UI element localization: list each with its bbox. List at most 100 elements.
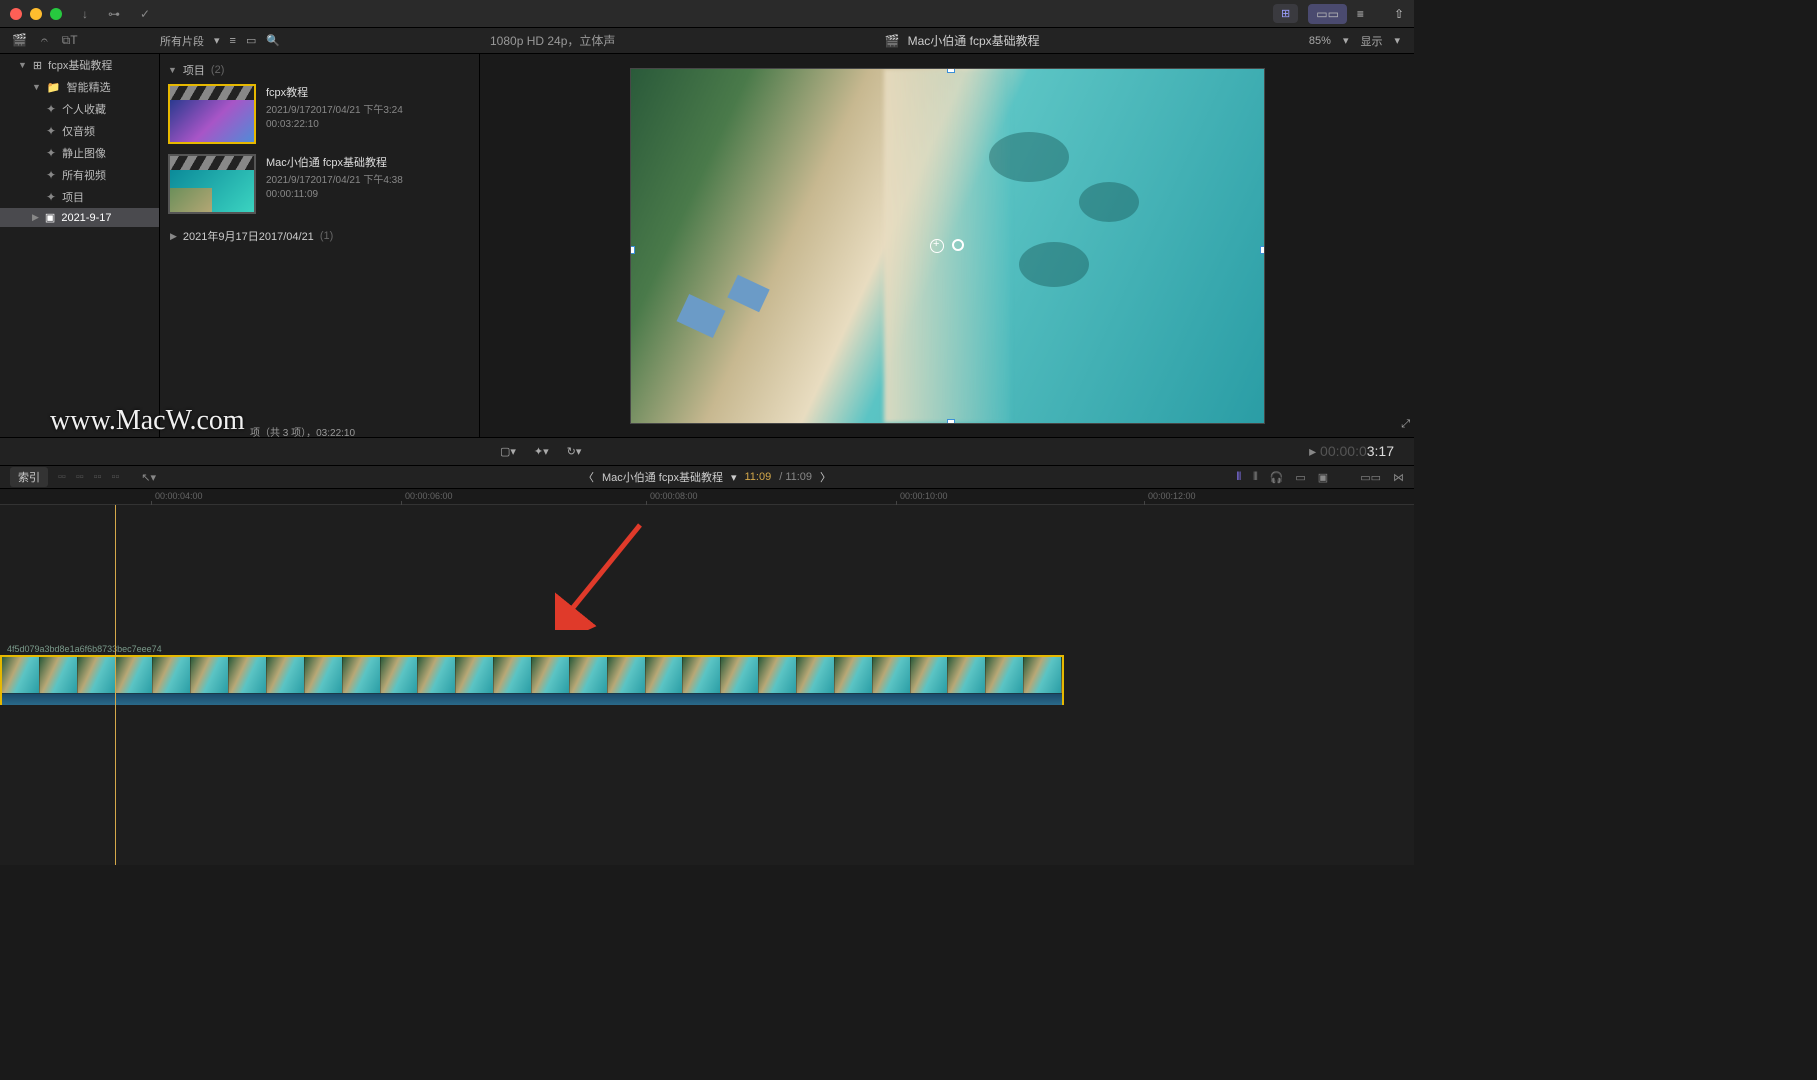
media-library-icon[interactable]: 🎬 (12, 33, 27, 48)
fullscreen-icon[interactable]: ⤢ (1401, 418, 1410, 431)
event-icon: ▣ (45, 211, 55, 224)
effects-browser-icon[interactable]: ▭▭ (1360, 471, 1381, 484)
overwrite-tool-icon[interactable]: ▫▫ (94, 471, 102, 484)
rotate-icon[interactable] (952, 239, 964, 251)
chevron-down-icon[interactable]: ▾ (731, 471, 737, 484)
library-name: fcpx基础教程 (48, 57, 112, 73)
share-icon[interactable]: ⇧ (1394, 7, 1404, 21)
disclosure-triangle-icon[interactable]: ▼ (168, 65, 177, 75)
clip-thumbnail[interactable] (168, 84, 256, 144)
enhance-tool-icon[interactable]: ✦▾ (534, 445, 549, 458)
transitions-browser-icon[interactable]: ⋈ (1393, 471, 1404, 484)
chevron-down-icon[interactable]: ▾ (1394, 34, 1400, 47)
maximize-window-button[interactable] (50, 8, 62, 20)
smart-collection-row[interactable]: ▼ 📁 智能精选 (0, 76, 159, 98)
nav-prev-icon[interactable]: 〈 (583, 469, 594, 485)
layout-grid-button[interactable]: ⊞ (1273, 4, 1298, 23)
timeline-current-time: 11:09 (745, 471, 772, 483)
sidebar-item-stills[interactable]: ✦静止图像 (0, 142, 159, 164)
insert-tool-icon[interactable]: ▫▫ (58, 471, 66, 484)
minimize-window-button[interactable] (30, 8, 42, 20)
viewer-canvas[interactable] (480, 54, 1414, 437)
timeline-area[interactable]: 4f5d079a3bd8e1a6f6b8733bec7eee74 (0, 505, 1414, 865)
disclosure-triangle-icon[interactable]: ▼ (18, 60, 27, 70)
layout-dual-button[interactable]: ▭▭ (1308, 4, 1347, 24)
clip-name: fcpx教程 (266, 84, 403, 100)
library-row[interactable]: ▼ ⊞ fcpx基础教程 (0, 54, 159, 76)
sidebar-item-video[interactable]: ✦所有视频 (0, 164, 159, 186)
titles-library-icon[interactable]: ⧉T (62, 33, 78, 48)
playhead[interactable] (115, 505, 116, 865)
clip-item[interactable]: Mac小伯通 fcpx基础教程 2021/9/172017/04/21 下午4:… (168, 154, 471, 214)
zoom-level[interactable]: 85% (1309, 35, 1331, 47)
inspector-toggle-icon[interactable]: ≡ (1357, 7, 1364, 21)
library-sidebar: ▼ ⊞ fcpx基础教程 ▼ 📁 智能精选 ✦个人收藏 ✦仅音频 ✦静止图像 ✦… (0, 54, 160, 437)
watermark-text: www.MacW.com (50, 405, 245, 437)
section-count: (2) (211, 64, 224, 76)
filmstrip-view-icon[interactable]: ≡ (230, 35, 236, 47)
list-view-icon[interactable]: ▭ (246, 34, 256, 47)
ruler-tick: 00:00:08:00 (650, 491, 698, 501)
timeline-clip[interactable]: 4f5d079a3bd8e1a6f6b8733bec7eee74 (0, 655, 1064, 705)
import-icon[interactable]: ↓ (82, 7, 88, 21)
sidebar-item-label: 仅音频 (62, 123, 95, 139)
search-icon[interactable]: 🔍 (266, 34, 280, 47)
gear-icon: ✦ (46, 168, 56, 182)
retime-tool-icon[interactable]: ↻▾ (567, 445, 582, 458)
index-button[interactable]: 索引 (10, 467, 48, 487)
timeline-header: 索引 ▫▫ ▫▫ ▫▫ ▫▫ ↖▾ 〈 Mac小伯通 fcpx基础教程 ▾ 11… (0, 465, 1414, 489)
sidebar-item-favorites[interactable]: ✦ 个人收藏 (0, 98, 159, 120)
viewer-timecode: ▸ 00:00:03:17 (1309, 443, 1394, 460)
sidebar-item-projects[interactable]: ✦项目 (0, 186, 159, 208)
connect-tool-icon[interactable]: ▫▫ (111, 471, 119, 484)
smart-collection-label: 智能精选 (67, 79, 111, 95)
dropdown-icon[interactable]: ▾ (214, 34, 220, 47)
disclosure-triangle-icon[interactable]: ▼ (32, 82, 41, 92)
render-icon[interactable]: ✓ (140, 7, 150, 21)
display-menu[interactable]: 显示 (1360, 33, 1382, 49)
library-icon: ⊞ (33, 59, 42, 72)
clip-item[interactable]: fcpx教程 2021/9/172017/04/21 下午3:24 00:03:… (168, 84, 471, 144)
ruler-tick: 00:00:04:00 (155, 491, 203, 501)
video-frame[interactable] (630, 68, 1265, 424)
snap-icon[interactable]: ▭ (1295, 471, 1305, 484)
anchor-icon[interactable] (930, 239, 944, 253)
clip-thumbnail[interactable] (168, 154, 256, 214)
skimming-icon[interactable]: ⫴ (1236, 471, 1241, 484)
event-row[interactable]: ▶ ▣ 2021-9-17 (0, 208, 159, 227)
transform-center-control[interactable] (930, 239, 964, 253)
folder-count: (1) (320, 230, 333, 242)
viewer-toolbar: ▢▾ ✦▾ ↻▾ ▸ 00:00:03:17 ⤢ (0, 437, 1414, 465)
arrow-tool-icon[interactable]: ↖▾ (141, 471, 156, 484)
disclosure-triangle-icon[interactable]: ▶ (32, 212, 39, 223)
viewer-project-title: Mac小伯通 fcpx基础教程 (908, 32, 1040, 49)
solo-icon[interactable]: 🎧 (1270, 471, 1284, 484)
append-tool-icon[interactable]: ▫▫ (76, 471, 84, 484)
clips-filter-label[interactable]: 所有片段 (160, 33, 204, 49)
close-window-button[interactable] (10, 8, 22, 20)
transform-tool-icon[interactable]: ▢▾ (500, 445, 516, 458)
format-label: 1080p HD 24p，立体声 (490, 32, 615, 49)
top-toolbar: 🎬 𝄐 ⧉T 所有片段 ▾ ≡ ▭ 🔍 1080p HD 24p，立体声 🎬 M… (0, 28, 1414, 54)
snapshot-icon[interactable]: ▣ (1318, 471, 1328, 484)
disclosure-triangle-icon[interactable]: ▶ (170, 231, 177, 242)
clip-date: 2021/9/172017/04/21 下午3:24 (266, 104, 403, 118)
viewer-panel (480, 54, 1414, 437)
ruler-tick: 00:00:10:00 (900, 491, 948, 501)
keyword-icon[interactable]: ⊶ (108, 7, 120, 21)
timeline-ruler[interactable]: 00:00:04:0000:00:06:0000:00:08:0000:00:1… (0, 489, 1414, 505)
sidebar-item-audio[interactable]: ✦仅音频 (0, 120, 159, 142)
nav-next-icon[interactable]: 〉 (820, 469, 831, 485)
audio-skim-icon[interactable]: ⫴ (1253, 471, 1258, 484)
folder-label: 2021年9月17日2017/04/21 (183, 228, 314, 244)
sidebar-item-label: 个人收藏 (62, 101, 106, 117)
effects-library-icon[interactable]: 𝄐 (41, 33, 48, 48)
clip-duration: 00:03:22:10 (266, 118, 403, 132)
browser-section-header[interactable]: ▼ 项目 (2) (168, 62, 471, 78)
clip-duration: 00:00:11:09 (266, 188, 403, 202)
window-controls (10, 8, 62, 20)
chevron-down-icon[interactable]: ▾ (1343, 34, 1349, 47)
date-folder-row[interactable]: ▶ 2021年9月17日2017/04/21 (1) (168, 224, 471, 248)
gear-icon: ✦ (46, 102, 56, 116)
timeline-title: Mac小伯通 fcpx基础教程 (602, 469, 723, 485)
